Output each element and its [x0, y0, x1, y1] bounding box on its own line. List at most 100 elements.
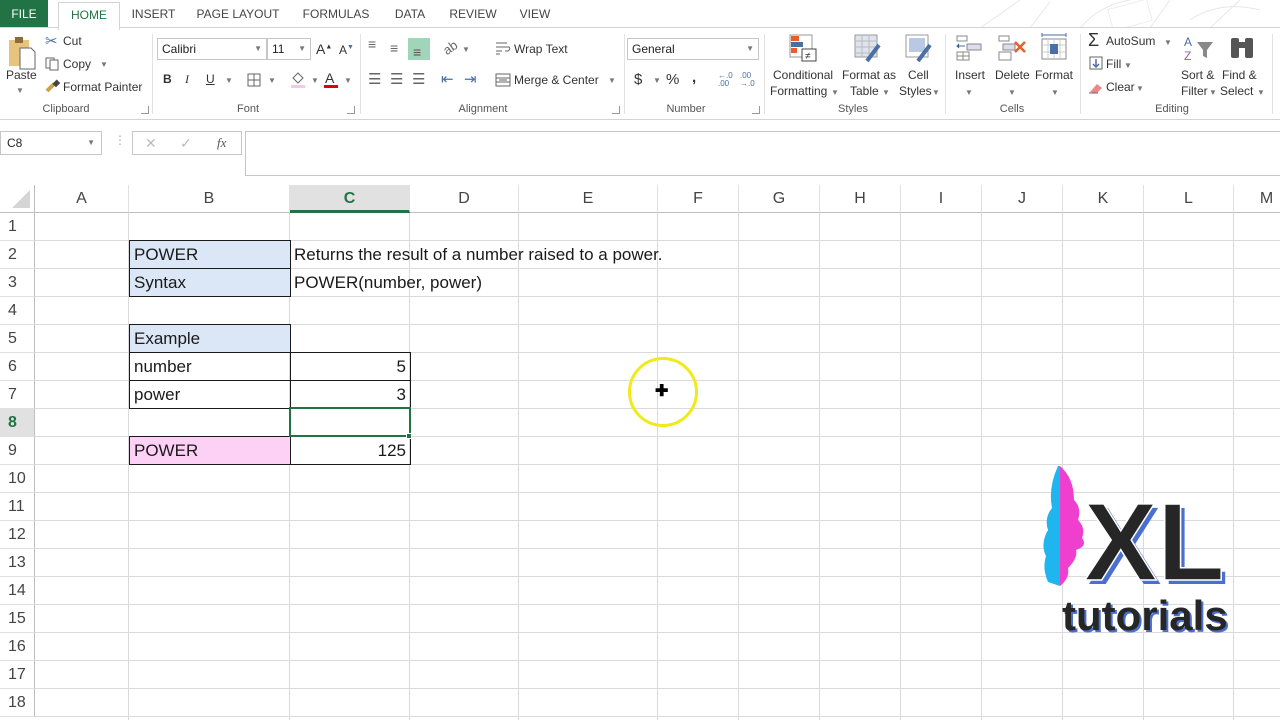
format-button[interactable]: Format	[1035, 68, 1073, 82]
tab-formulas[interactable]: FORMULAS	[296, 0, 376, 29]
delete-dropdown-icon[interactable]: ▼	[1008, 88, 1016, 97]
active-cell-selection[interactable]	[289, 407, 411, 437]
font-size-combo[interactable]: 11 ▼	[267, 38, 311, 60]
cell-styles-line2[interactable]: Styles	[899, 84, 932, 98]
formula-input[interactable]	[245, 131, 1280, 176]
bold-button[interactable]: B	[163, 72, 172, 86]
conditional-formatting-line2[interactable]: Formatting	[770, 84, 827, 98]
column-header-k[interactable]: K	[1063, 185, 1144, 213]
enter-icon[interactable]: ✓	[180, 135, 192, 152]
select-all-button[interactable]	[0, 185, 35, 213]
clear-dropdown-icon[interactable]: ▼	[1136, 84, 1144, 93]
find-select-dropdown-icon[interactable]: ▼	[1257, 88, 1265, 97]
delete-button[interactable]: Delete	[995, 68, 1030, 82]
find-select-line1[interactable]: Find &	[1222, 68, 1257, 82]
italic-button[interactable]: I	[185, 72, 189, 87]
cell-c9[interactable]: 125	[290, 436, 411, 465]
column-header-m[interactable]: M	[1234, 185, 1280, 213]
copy-button[interactable]: Copy	[63, 57, 91, 71]
tab-insert[interactable]: INSERT	[126, 0, 181, 29]
row-header-3[interactable]: 3	[0, 269, 35, 297]
autosum-dropdown-icon[interactable]: ▼	[1164, 38, 1172, 47]
percent-button[interactable]: %	[666, 71, 679, 88]
fill-dropdown-icon[interactable]: ▼	[1124, 61, 1132, 70]
row-header-6[interactable]: 6	[0, 353, 35, 381]
row-header-13[interactable]: 13	[0, 549, 35, 577]
decrease-decimal-button[interactable]: .00 →.0	[740, 72, 755, 88]
row-header-12[interactable]: 12	[0, 521, 35, 549]
orientation-dropdown-icon[interactable]: ▼	[462, 45, 470, 54]
column-header-j[interactable]: J	[982, 185, 1063, 213]
paste-icon[interactable]	[8, 34, 36, 70]
column-header-h[interactable]: H	[820, 185, 901, 213]
tab-view[interactable]: VIEW	[512, 0, 558, 29]
column-header-f[interactable]: F	[658, 185, 739, 213]
row-header-14[interactable]: 14	[0, 577, 35, 605]
cell-c6[interactable]: 5	[290, 352, 411, 381]
column-header-b[interactable]: B	[129, 185, 290, 213]
formula-bar-resize-handle[interactable]: ⋮	[114, 133, 126, 147]
insert-dropdown-icon[interactable]: ▼	[965, 88, 973, 97]
paste-button[interactable]: Paste	[6, 68, 37, 82]
tab-page-layout[interactable]: PAGE LAYOUT	[192, 0, 284, 29]
decrease-font-size-icon[interactable]: A▼	[339, 43, 354, 57]
tab-data[interactable]: DATA	[388, 0, 432, 29]
borders-dropdown-icon[interactable]: ▼	[268, 76, 276, 85]
column-header-l[interactable]: L	[1144, 185, 1234, 213]
autosum-button[interactable]: AutoSum	[1106, 34, 1155, 48]
sort-filter-line2[interactable]: Filter	[1181, 84, 1208, 98]
row-header-18[interactable]: 18	[0, 689, 35, 717]
row-header-17[interactable]: 17	[0, 661, 35, 689]
top-align-icon[interactable]: ≡	[368, 36, 376, 52]
row-header-9[interactable]: 9	[0, 437, 35, 465]
currency-button[interactable]: $	[634, 71, 642, 88]
wrap-text-button[interactable]: Wrap Text	[514, 42, 568, 56]
copy-dropdown-icon[interactable]: ▼	[100, 60, 108, 69]
increase-font-size-icon[interactable]: A▲	[316, 41, 332, 57]
increase-decimal-button[interactable]: ←.0.00	[718, 72, 733, 88]
row-header-7[interactable]: 7	[0, 381, 35, 409]
cell-c3[interactable]: POWER(number, power)	[290, 269, 560, 297]
insert-button[interactable]: Insert	[955, 68, 985, 82]
cell-b7[interactable]: power	[129, 380, 291, 409]
cancel-icon[interactable]: ✕	[145, 135, 157, 152]
fill-color-icon[interactable]	[290, 70, 306, 88]
font-color-icon[interactable]: A	[325, 70, 334, 86]
cell-c7[interactable]: 3	[290, 380, 411, 409]
increase-indent-icon[interactable]: ⇥	[464, 70, 477, 88]
fill-color-dropdown-icon[interactable]: ▼	[311, 76, 319, 85]
column-header-e[interactable]: E	[519, 185, 658, 213]
underline-button[interactable]: U	[206, 72, 215, 86]
column-header-c[interactable]: C	[290, 185, 410, 213]
fill-handle[interactable]	[406, 433, 412, 439]
bottom-align-button[interactable]: ≡	[408, 38, 430, 60]
decrease-indent-icon[interactable]: ⇤	[441, 70, 454, 88]
row-header-10[interactable]: 10	[0, 465, 35, 493]
cell-b2[interactable]: POWER	[129, 240, 291, 269]
sort-filter-dropdown-icon[interactable]: ▼	[1209, 88, 1217, 97]
borders-icon[interactable]	[247, 73, 261, 87]
cell-b9[interactable]: POWER	[129, 436, 291, 465]
clear-button[interactable]: Clear	[1106, 80, 1135, 94]
cell-b3[interactable]: Syntax	[129, 268, 291, 297]
clipboard-launcher-icon[interactable]	[141, 106, 149, 114]
merge-dropdown-icon[interactable]: ▼	[608, 76, 616, 85]
cell-c2[interactable]: Returns the result of a number raised to…	[290, 241, 760, 269]
cell-styles-line1[interactable]: Cell	[908, 68, 929, 82]
cell-styles-dropdown-icon[interactable]: ▼	[932, 88, 940, 97]
cell-b5[interactable]: Example	[129, 324, 291, 353]
row-header-1[interactable]: 1	[0, 213, 35, 241]
number-format-combo[interactable]: General ▼	[627, 38, 759, 60]
row-header-2[interactable]: 2	[0, 241, 35, 269]
format-as-table-line2[interactable]: Table	[850, 84, 879, 98]
comma-button[interactable]: ,	[692, 69, 696, 86]
row-header-4[interactable]: 4	[0, 297, 35, 325]
insert-function-icon[interactable]: fx	[217, 135, 226, 151]
align-center-icon[interactable]: ☰	[390, 70, 403, 88]
column-header-d[interactable]: D	[410, 185, 519, 213]
align-left-icon[interactable]: ☰	[368, 70, 381, 88]
orientation-icon[interactable]: ab	[440, 37, 460, 58]
column-header-g[interactable]: G	[739, 185, 820, 213]
row-header-5[interactable]: 5	[0, 325, 35, 353]
row-header-8[interactable]: 8	[0, 409, 35, 437]
